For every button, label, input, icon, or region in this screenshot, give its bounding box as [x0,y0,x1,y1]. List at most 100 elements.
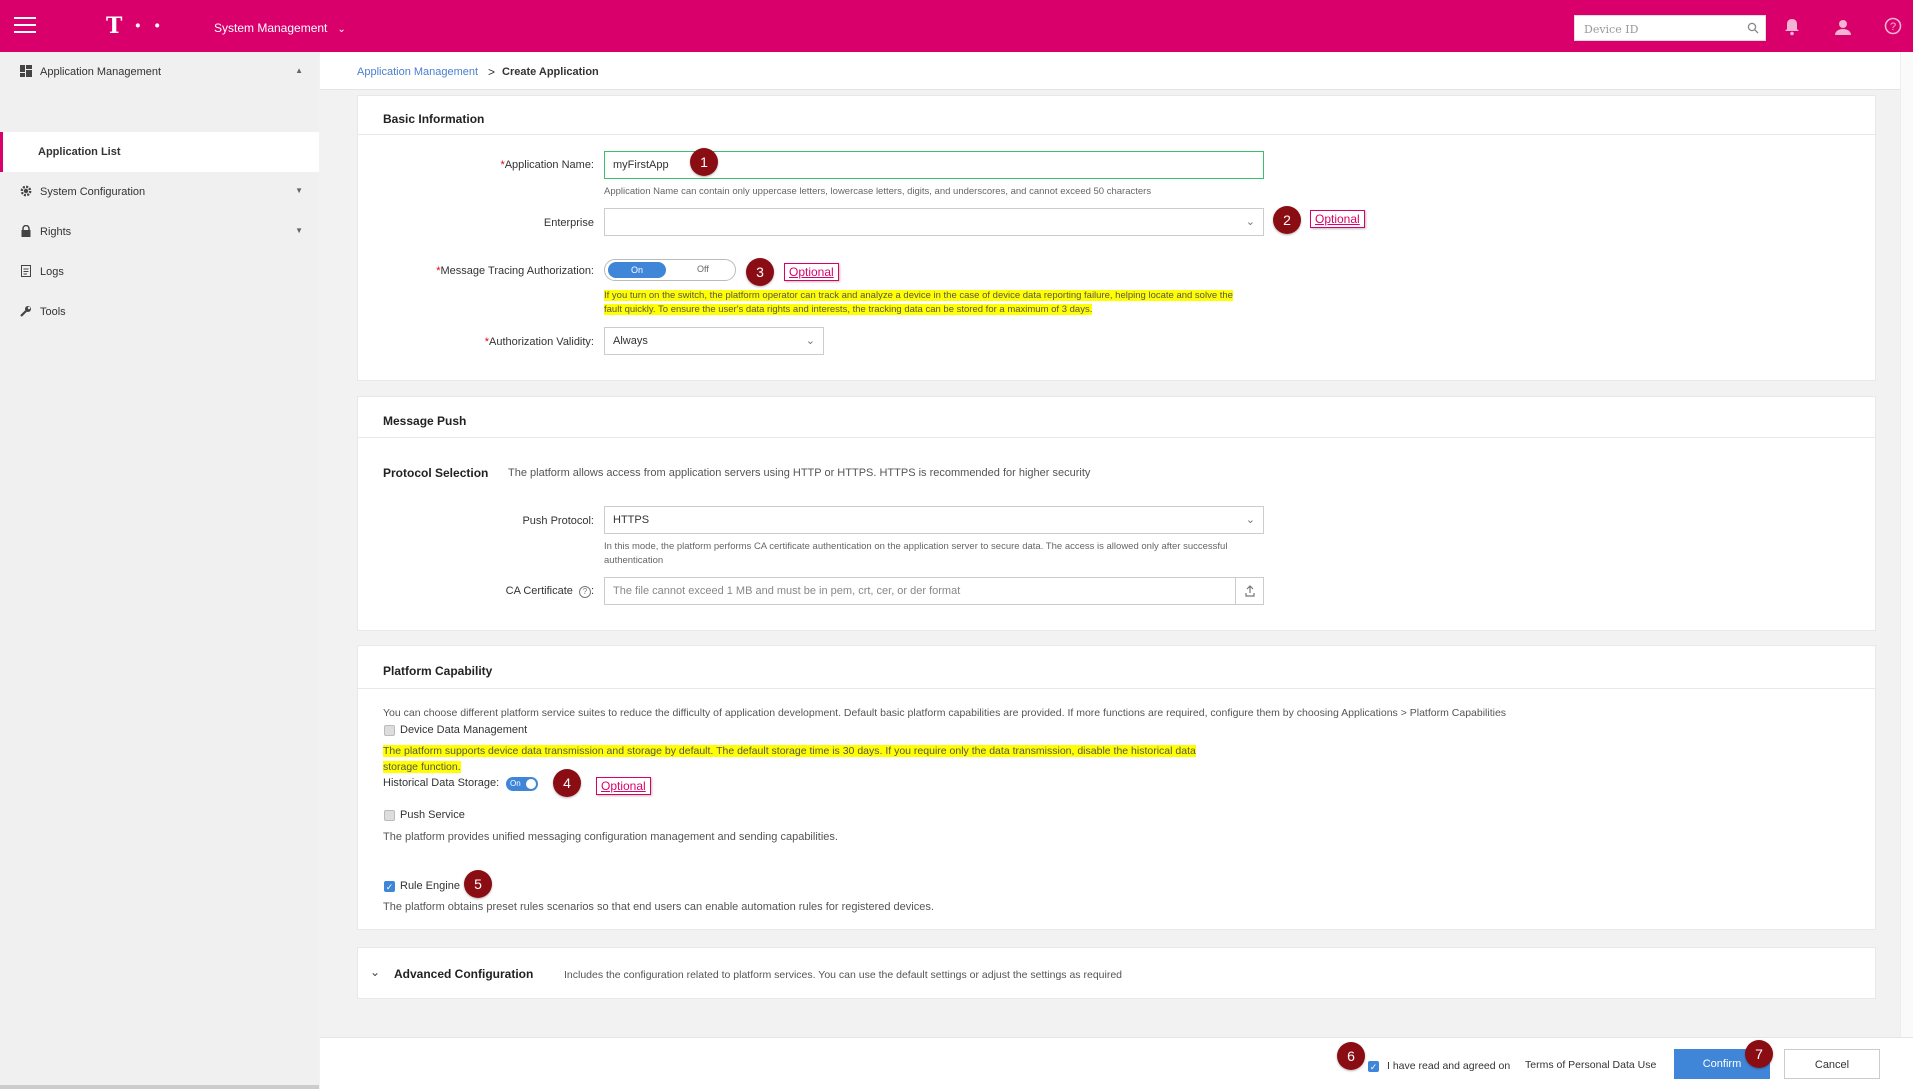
historical-data-storage-toggle[interactable]: On [506,777,538,791]
message-tracing-label: *Message Tracing Authorization: [436,265,594,277]
application-name-hint: Application Name can contain only upperc… [604,186,1152,197]
sidebar-item-label: System Configuration [40,186,146,198]
advanced-configuration-description: Includes the configuration related to pl… [564,969,1123,981]
rule-engine-label: Rule Engine [400,880,460,892]
divider [358,688,1875,689]
message-tracing-hint: If you turn on the switch, the platform … [604,289,1254,317]
annotation-marker-5: 5 [464,870,492,898]
message-tracing-toggle[interactable]: On Off [604,259,736,281]
optional-tag: Optional [596,777,651,795]
breadcrumb-separator: > [488,65,496,79]
platform-capability-panel: Platform Capability You can choose diffe… [357,645,1876,930]
advanced-configuration-panel[interactable]: ⌄ Advanced Configuration Includes the co… [357,947,1876,999]
protocol-selection-description: The platform allows access from applicat… [508,467,1091,479]
menu-icon[interactable] [14,17,36,35]
sidebar-item-system-configuration[interactable]: System Configuration ▼ [0,172,319,212]
telekom-logo[interactable]: T · · [106,13,163,39]
authorization-validity-select[interactable]: Always ⌄ [604,327,824,355]
device-data-management-hint: The platform supports device data transm… [383,745,1196,773]
rule-engine-description: The platform obtains preset rules scenar… [383,901,934,913]
terms-of-personal-data-use-link[interactable]: Terms of Personal Data Use [1525,1059,1656,1071]
section-title-message-push: Message Push [383,414,467,428]
sidebar: Application Management ▲ Application Lis… [0,52,319,1089]
message-push-panel: Message Push Protocol Selection The plat… [357,396,1876,631]
chevron-down-icon: ▼ [295,186,303,195]
application-name-label: *Application Name: [500,159,594,171]
basic-information-panel: Basic Information *Application Name: myF… [357,95,1876,381]
sidebar-item-label: Tools [40,306,66,318]
advanced-configuration-title: Advanced Configuration [394,967,534,981]
agree-terms-label: I have read and agreed on [1387,1060,1511,1072]
dashboard-icon [20,65,32,77]
main-scrollbar[interactable] [1900,52,1913,1037]
annotation-marker-1: 1 [690,148,718,176]
annotation-marker-3: 3 [746,258,774,286]
sidebar-scrollbar[interactable] [0,1085,319,1089]
device-data-management-checkbox[interactable] [384,725,395,736]
sidebar-item-tools[interactable]: Tools [0,292,319,332]
annotation-marker-7: 7 [1745,1040,1773,1068]
authorization-validity-value: Always [613,335,648,347]
bell-icon[interactable] [1784,18,1800,36]
authorization-validity-label: *Authorization Validity: [484,336,594,348]
ca-certificate-placeholder: The file cannot exceed 1 MB and must be … [613,585,961,597]
system-management-menu[interactable]: System Management ⌄ [214,21,346,35]
divider [358,437,1875,438]
protocol-selection-title: Protocol Selection [383,466,489,480]
platform-capability-intro: You can choose different platform servic… [383,707,1507,719]
user-icon[interactable] [1834,18,1852,36]
sidebar-item-label: Application List [38,146,121,158]
rule-engine-checkbox[interactable]: ✓ [384,881,395,892]
upload-icon[interactable] [1235,578,1263,604]
push-service-description: The platform provides unified messaging … [383,831,838,843]
sidebar-item-label: Rights [40,226,72,238]
breadcrumb-application-management-link[interactable]: Application Management [357,66,478,78]
optional-tag: Optional [1310,210,1365,228]
cancel-button[interactable]: Cancel [1784,1049,1880,1079]
optional-tag: Optional [784,263,839,281]
chevron-down-icon: ⌄ [337,24,346,35]
hint-line: If you turn on the switch, the platform … [604,290,1233,301]
device-data-management-label: Device Data Management [400,724,528,736]
enterprise-label: Enterprise [543,217,594,229]
push-protocol-hint: In this mode, the platform performs CA c… [604,541,1228,566]
page-title: Create Application [502,66,599,78]
toggle-off-option[interactable]: Off [697,264,709,274]
question-circle-icon[interactable]: ? [578,586,591,598]
push-protocol-label: Push Protocol: [522,515,594,527]
sidebar-item-logs[interactable]: Logs [0,252,319,292]
lock-icon [21,225,31,237]
wrench-icon [20,306,31,317]
sidebar-item-application-list[interactable]: Application List [0,132,319,172]
help-icon[interactable]: ? [1884,17,1902,35]
push-protocol-value: HTTPS [613,514,650,526]
push-protocol-select[interactable]: HTTPS ⌄ [604,506,1264,534]
sidebar-item-rights[interactable]: Rights ▼ [0,212,319,252]
annotation-marker-6: 6 [1337,1042,1365,1070]
annotation-marker-2: 2 [1273,206,1301,234]
agree-terms-checkbox[interactable]: ✓ [1368,1061,1379,1072]
hint-line: fault quickly. To ensure the user's data… [604,304,1093,315]
breadcrumb: Application Management > Create Applicat… [320,52,1913,90]
system-management-label: System Management [214,21,328,35]
toggle-on-option[interactable]: On [608,262,666,278]
sidebar-item-label: Application Management [40,66,162,78]
search-placeholder: Device ID [1584,23,1639,36]
chevron-up-icon: ▲ [295,66,303,75]
svg-text:?: ? [1890,21,1896,33]
document-icon [21,265,31,277]
ca-certificate-label: CA Certificate ?: [505,585,594,598]
ca-certificate-input[interactable]: The file cannot exceed 1 MB and must be … [604,577,1264,605]
enterprise-select[interactable]: ⌄ [604,208,1264,236]
chevron-down-icon[interactable]: ⌄ [370,965,380,979]
search-icon[interactable] [1747,22,1759,34]
chevron-down-icon: ⌄ [1245,514,1255,526]
sidebar-item-application-management[interactable]: Application Management ▲ [0,52,319,92]
push-service-label: Push Service [400,809,465,821]
push-service-checkbox[interactable] [384,810,395,821]
historical-data-storage-label: Historical Data Storage: [383,777,500,789]
chevron-down-icon: ⌄ [1245,216,1255,228]
device-id-search-input[interactable]: Device ID [1574,15,1766,41]
sidebar-item-label: Logs [40,266,64,278]
annotation-marker-4: 4 [553,769,581,797]
